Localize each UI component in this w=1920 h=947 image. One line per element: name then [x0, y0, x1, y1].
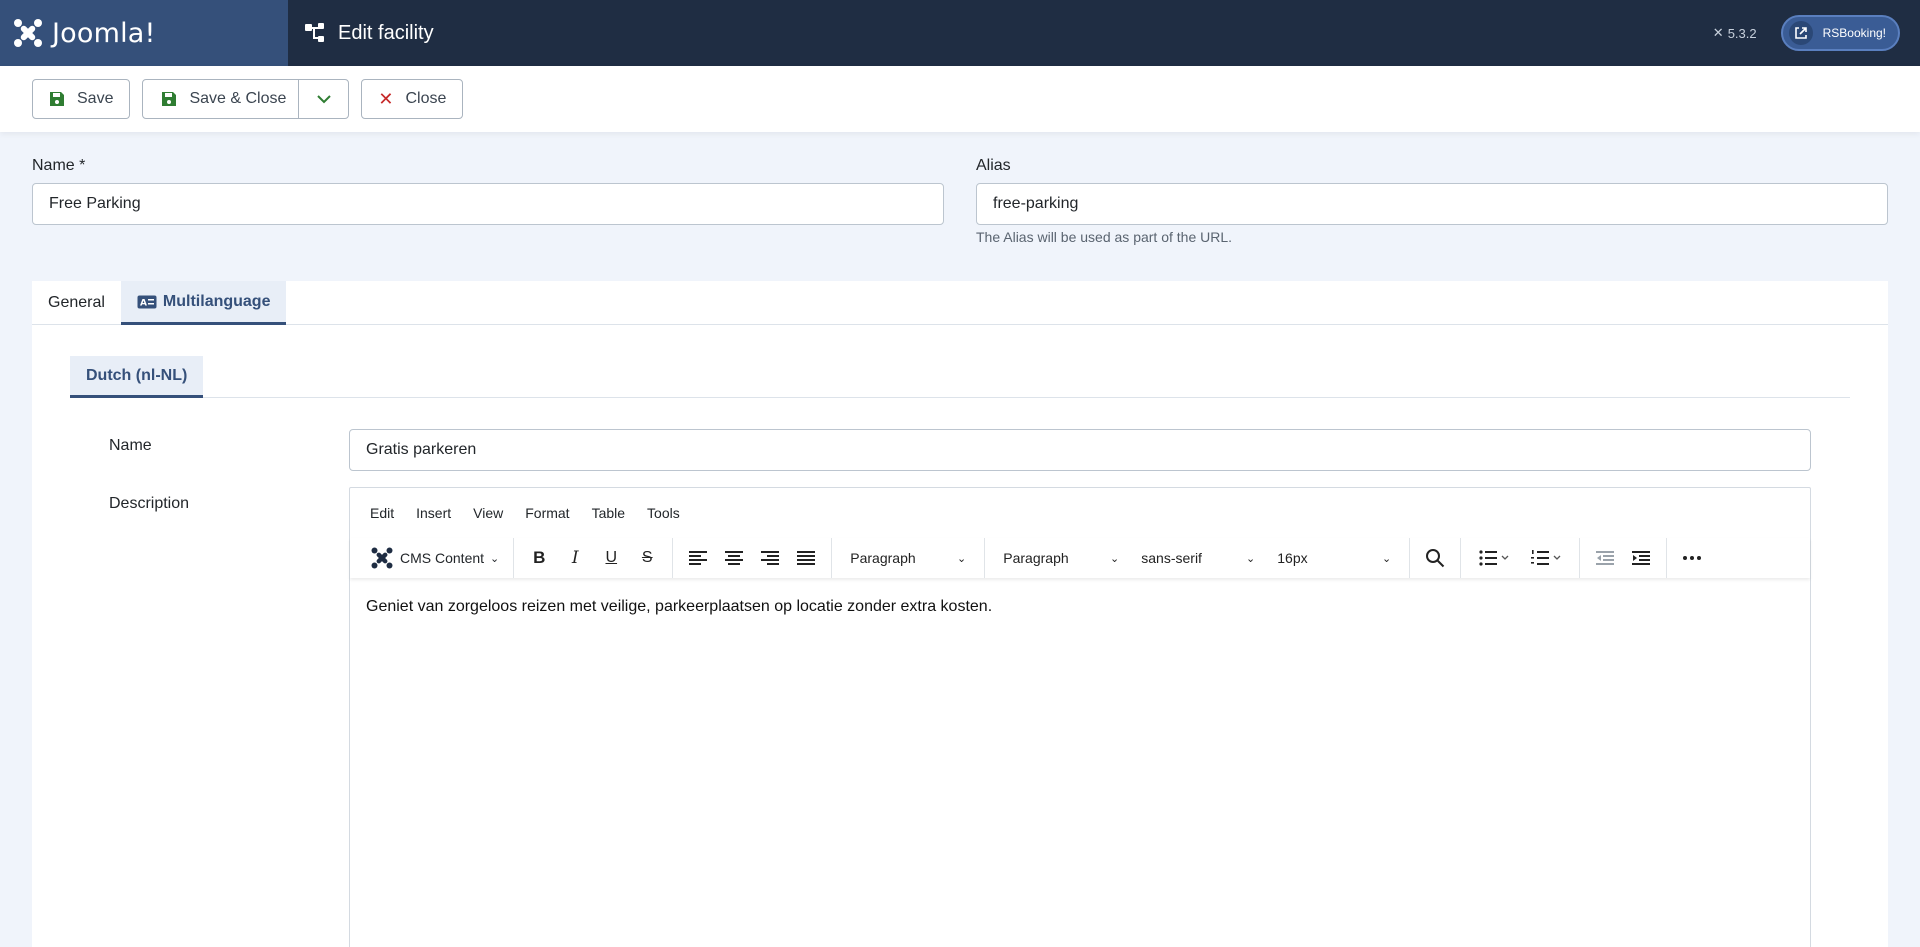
- tab-general[interactable]: General: [32, 281, 121, 325]
- page-title: Edit facility: [338, 21, 434, 44]
- joomla-icon: [371, 547, 393, 569]
- editor-content-area[interactable]: Geniet van zorgeloos reizen met veilige,…: [350, 578, 1810, 636]
- ml-description-label: Description: [109, 495, 190, 512]
- numbered-list-icon: [1531, 550, 1561, 565]
- save-close-button[interactable]: Save & Close: [143, 80, 298, 118]
- chevron-down-icon: [317, 95, 331, 104]
- chevron-down-icon: ⌄: [1246, 552, 1256, 565]
- close-icon: ✕: [378, 88, 394, 109]
- app-header: Joomla! Edit facility ✕ 5.3.2 RSBooking!: [0, 0, 1920, 66]
- search-icon: [1426, 549, 1445, 568]
- styles-select[interactable]: Paragraph ⌄: [995, 543, 1127, 573]
- align-center-icon: [725, 551, 744, 565]
- align-left-button[interactable]: [683, 543, 713, 573]
- chevron-down-icon: ⌄: [490, 552, 500, 565]
- alias-label: Alias: [976, 157, 1011, 174]
- menu-tools[interactable]: Tools: [647, 505, 680, 521]
- facility-icon: [305, 23, 324, 42]
- justify-icon: [797, 551, 816, 565]
- font-family-select[interactable]: sans-serif ⌄: [1133, 543, 1263, 573]
- save-close-group: Save & Close: [142, 79, 350, 119]
- save-options-dropdown[interactable]: [298, 80, 348, 118]
- more-icon: [1683, 556, 1702, 560]
- action-toolbar: Save Save & Close ✕ Close: [0, 66, 1920, 132]
- chevron-down-icon: ⌄: [1110, 552, 1120, 565]
- alias-hint: The Alias will be used as part of the UR…: [976, 229, 1233, 245]
- more-button[interactable]: [1677, 543, 1707, 573]
- outdent-button[interactable]: [1590, 543, 1620, 573]
- editor-menubar: Edit Insert View Format Table Tools: [350, 488, 1810, 538]
- name-label: Name *: [32, 157, 86, 174]
- cms-content-dropdown[interactable]: CMS Content ⌄: [366, 546, 503, 570]
- save-icon: [50, 92, 64, 106]
- menu-format[interactable]: Format: [525, 505, 569, 521]
- ml-name-label: Name: [109, 437, 152, 454]
- underline-button[interactable]: U: [596, 543, 626, 573]
- external-link-icon: [1788, 21, 1813, 45]
- menu-insert[interactable]: Insert: [416, 505, 451, 521]
- bullet-list-button[interactable]: [1471, 543, 1517, 573]
- find-replace-button[interactable]: [1420, 543, 1450, 573]
- rsbooking-button[interactable]: RSBooking!: [1780, 15, 1900, 51]
- menu-view[interactable]: View: [473, 505, 503, 521]
- indent-icon: [1632, 551, 1651, 565]
- rich-text-editor: Edit Insert View Format Table Tools CMS …: [349, 487, 1811, 947]
- logo-text: Joomla!: [52, 17, 156, 49]
- menu-edit[interactable]: Edit: [370, 505, 394, 521]
- align-left-icon: [689, 551, 708, 565]
- font-size-select[interactable]: 16px ⌄: [1269, 543, 1399, 573]
- close-button[interactable]: ✕ Close: [361, 79, 464, 119]
- ml-name-input[interactable]: Gratis parkeren: [349, 429, 1811, 471]
- svg-text:A: A: [140, 298, 147, 308]
- outdent-icon: [1596, 551, 1615, 565]
- chevron-down-icon: ⌄: [1382, 552, 1392, 565]
- language-icon: A: [137, 295, 157, 308]
- block-format-select[interactable]: Paragraph ⌄: [842, 543, 974, 573]
- save-icon: [162, 92, 177, 106]
- indent-button[interactable]: [1626, 543, 1656, 573]
- bullet-list-icon: [1479, 550, 1509, 566]
- bold-button[interactable]: B: [524, 543, 554, 573]
- align-right-button[interactable]: [755, 543, 785, 573]
- alias-input[interactable]: free-parking: [976, 183, 1888, 225]
- align-center-button[interactable]: [719, 543, 749, 573]
- numbered-list-button[interactable]: [1523, 543, 1569, 573]
- name-input[interactable]: Free Parking: [32, 183, 944, 225]
- justify-button[interactable]: [791, 543, 821, 573]
- align-right-icon: [761, 551, 780, 565]
- main-tabs: General A Multilanguage: [32, 281, 1888, 325]
- save-button[interactable]: Save: [32, 79, 131, 119]
- joomla-logo-icon: [14, 19, 42, 47]
- version-badge: ✕ 5.3.2: [1712, 25, 1757, 41]
- tab-multilanguage[interactable]: A Multilanguage: [120, 281, 287, 325]
- italic-button[interactable]: I: [560, 543, 590, 573]
- chevron-down-icon: ⌄: [957, 552, 967, 565]
- editor-paragraph: Geniet van zorgeloos reizen met veilige,…: [366, 598, 993, 615]
- tab-dutch[interactable]: Dutch (nl-NL): [70, 356, 204, 398]
- joomla-logo[interactable]: Joomla!: [0, 0, 288, 66]
- strikethrough-button[interactable]: S: [632, 543, 662, 573]
- joomla-small-icon: ✕: [1712, 25, 1724, 40]
- editor-toolbar: CMS Content ⌄ B I U S Paragraph ⌄ Paragr…: [350, 538, 1810, 578]
- language-tabs: Dutch (nl-NL): [70, 356, 1850, 398]
- menu-table[interactable]: Table: [592, 505, 625, 521]
